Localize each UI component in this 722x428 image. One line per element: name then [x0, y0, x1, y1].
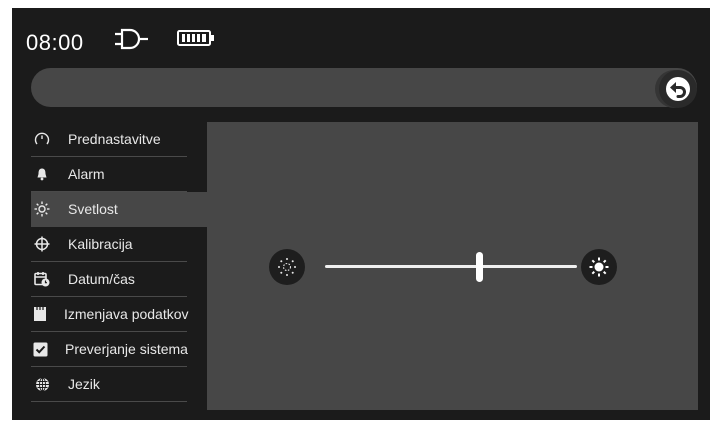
brightness-panel	[207, 122, 698, 410]
sd-card-icon	[33, 305, 47, 323]
menu-item-label: Prednastavitve	[68, 131, 161, 147]
battery-full-icon	[177, 30, 214, 46]
menu-item-jezik[interactable]: Jezik	[31, 367, 187, 402]
checkbox-icon	[33, 340, 48, 358]
calendar-clock-icon	[33, 270, 51, 288]
globe-icon	[33, 375, 51, 393]
back-button[interactable]	[659, 70, 697, 108]
bell-icon	[33, 165, 51, 183]
menu-item-preverjanje-sistema[interactable]: Preverjanje sistema	[31, 332, 188, 367]
brightness-low-icon[interactable]	[269, 249, 305, 285]
slider-thumb[interactable]	[475, 252, 483, 282]
brightness-high-icon[interactable]	[581, 249, 617, 285]
gauge-icon	[33, 130, 51, 148]
device-screen: 08:00 Prednastavitve Alarm Svetlost Kali…	[12, 8, 710, 420]
menu-item-kalibracija[interactable]: Kalibracija	[31, 227, 187, 262]
slider-track[interactable]	[325, 265, 577, 268]
menu-item-label: Alarm	[68, 166, 105, 182]
menu-item-datum-cas[interactable]: Datum/čas	[31, 262, 187, 297]
menu-item-label: Jezik	[68, 376, 100, 392]
menu-item-label: Kalibracija	[68, 236, 133, 252]
menu-item-izmenjava-podatkov[interactable]: Izmenjava podatkov	[31, 297, 189, 332]
crosshair-icon	[33, 235, 51, 253]
brightness-icon	[33, 200, 51, 218]
brightness-slider[interactable]	[269, 247, 633, 287]
menu-item-prednastavitve[interactable]: Prednastavitve	[31, 122, 187, 157]
back-arrow-icon	[666, 77, 690, 101]
menu-item-label: Datum/čas	[68, 271, 135, 287]
clock-time: 08:00	[26, 30, 84, 55]
power-plug-icon	[115, 28, 148, 50]
menu-item-svetlost[interactable]: Svetlost	[31, 192, 207, 227]
menu-item-label: Preverjanje sistema	[65, 341, 188, 357]
title-bar	[31, 68, 697, 107]
menu-item-label: Svetlost	[68, 201, 118, 217]
menu-item-alarm[interactable]: Alarm	[31, 157, 187, 192]
menu-item-label: Izmenjava podatkov	[64, 306, 189, 322]
settings-menu: Prednastavitve Alarm Svetlost Kalibracij…	[31, 122, 207, 402]
